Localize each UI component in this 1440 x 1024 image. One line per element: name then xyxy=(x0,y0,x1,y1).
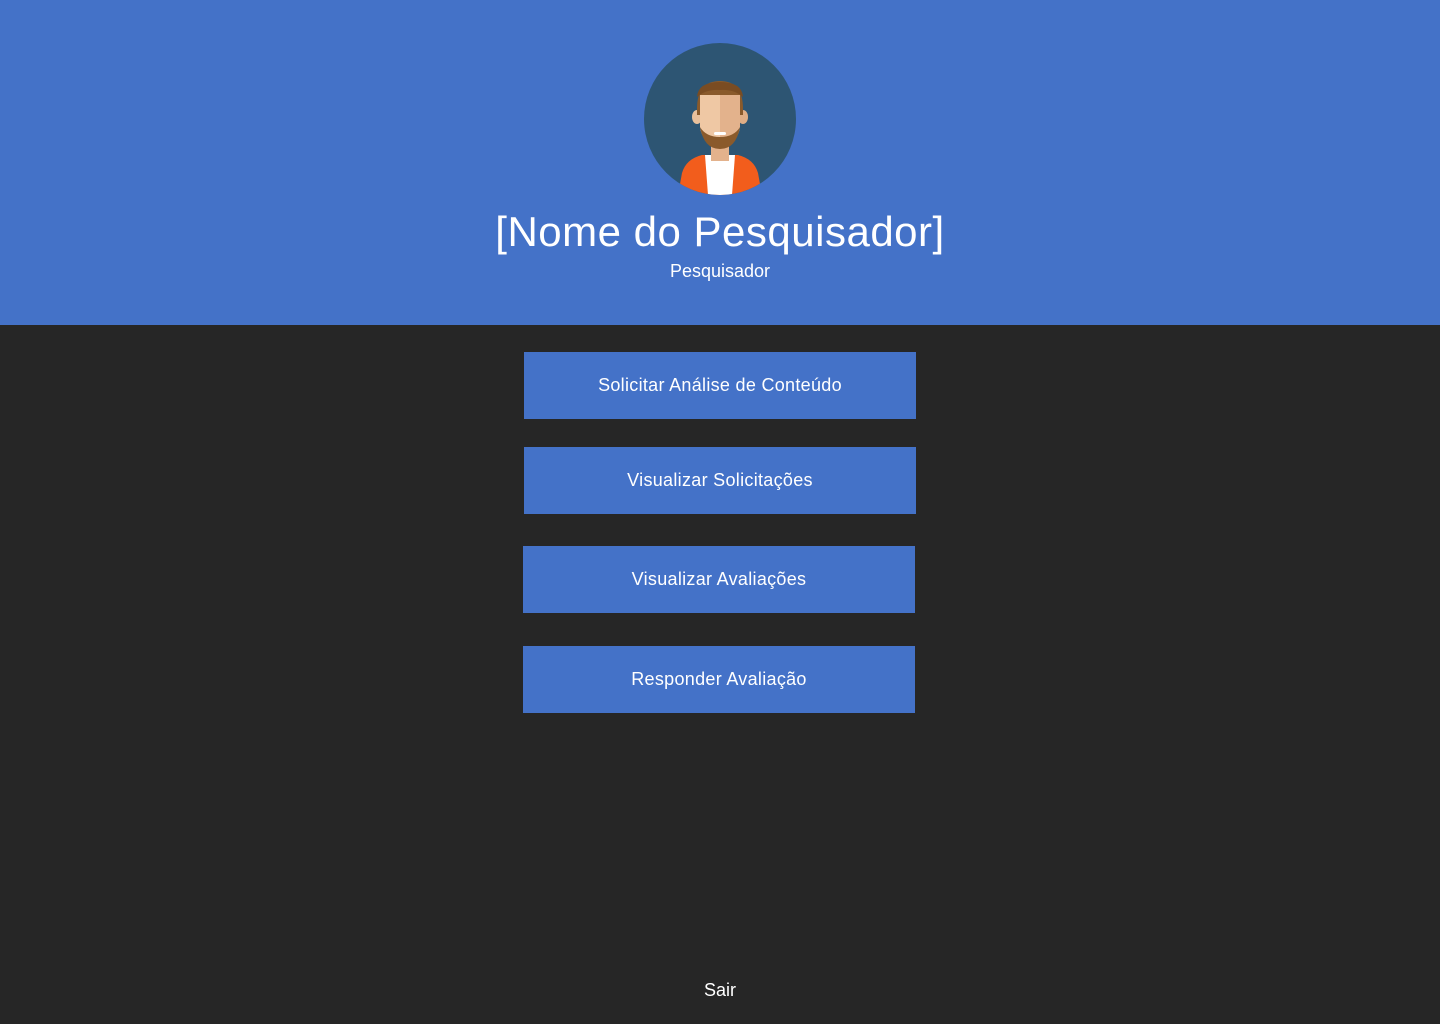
avatar-illustration xyxy=(678,81,762,195)
answer-evaluation-button[interactable]: Responder Avaliação xyxy=(523,646,915,713)
view-evaluations-button[interactable]: Visualizar Avaliações xyxy=(523,546,915,613)
profile-header: [Nome do Pesquisador] Pesquisador xyxy=(0,0,1440,325)
user-avatar-icon xyxy=(644,43,796,195)
view-requests-button[interactable]: Visualizar Solicitações xyxy=(524,447,916,514)
logout-link[interactable]: Sair xyxy=(670,976,770,1004)
request-content-analysis-button[interactable]: Solicitar Análise de Conteúdo xyxy=(524,352,916,419)
user-role-label: Pesquisador xyxy=(669,261,771,281)
user-name-title: [Nome do Pesquisador] xyxy=(495,208,945,255)
researcher-dashboard: [Nome do Pesquisador] Pesquisador Solici… xyxy=(0,0,1440,1024)
